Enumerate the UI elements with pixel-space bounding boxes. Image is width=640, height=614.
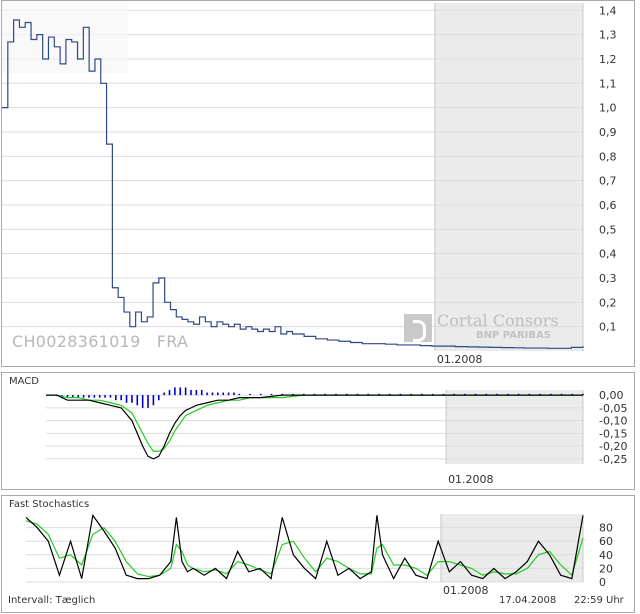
macd-histogram-bar [200, 390, 203, 396]
macd-histogram-bar [115, 395, 117, 401]
macd-histogram-bar [174, 387, 176, 396]
macd-histogram-bar [238, 393, 241, 396]
macd-histogram-bar [125, 395, 128, 403]
y-tick-label: -0,25 [599, 453, 627, 466]
macd-histogram-bar [179, 387, 182, 396]
macd-histogram-bar [136, 395, 139, 406]
macd-histogram-bar [163, 392, 165, 396]
y-tick-label: 80 [599, 522, 613, 535]
y-tick-label: 20 [599, 562, 613, 575]
macd-histogram-bar [233, 392, 235, 396]
macd-histogram-bar [98, 395, 101, 398]
macd-histogram-bar [222, 392, 225, 396]
y-tick-label: 0,1 [599, 321, 617, 334]
macd-histogram-bar [147, 395, 149, 408]
y-tick-label: 0,6 [599, 199, 617, 212]
stochastics-panel: 0 20 40 60 80 01.2008 Fast Stochastics Interv… [1, 495, 635, 613]
macd-histogram-bar [88, 395, 90, 398]
brand-name: Cortal Consors [437, 311, 559, 330]
y-tick-label: 0,2 [599, 296, 617, 309]
y-tick-label: 1,4 [599, 4, 617, 17]
y-tick-label: 0,4 [599, 248, 617, 261]
y-tick-label: 1,0 [599, 102, 617, 115]
macd-histogram-bar [152, 395, 155, 406]
macd-histogram-bar [211, 392, 214, 396]
y-tick-label: -0,20 [599, 440, 627, 453]
macd-histogram-bar [217, 392, 219, 396]
y-tick-label: 1,1 [599, 77, 617, 90]
macd-title: MACD [9, 376, 39, 387]
macd-histogram-bar [104, 395, 106, 398]
stochastics-title: Fast Stochastics [9, 499, 90, 510]
macd-chart: 0,00-0,05-0,10-0,15-0,20-0,25 01.2008 [46, 387, 627, 486]
y-tick-label: 0,9 [599, 126, 617, 139]
y-tick-label: -0,10 [599, 415, 627, 428]
macd-histogram-bar [141, 395, 144, 408]
future-shade [434, 3, 583, 351]
future-shade [446, 390, 583, 464]
y-tick-label: 0,00 [599, 389, 624, 402]
macd-histogram-bar [260, 393, 262, 396]
date-marker-label: 01.2008 [448, 473, 494, 486]
price-chart-panel: 0,1 0,2 0,3 0,4 0,5 0,6 0,7 0,8 0,9 1,0 1,1 1,2 1,3 1… [1, 0, 635, 367]
macd-histogram-bar [93, 395, 96, 398]
interval-label: Intervall: Tæglich [8, 595, 96, 606]
macd-histogram-bar [109, 395, 112, 398]
brand-logo-icon [404, 314, 432, 342]
macd-histogram-bar [157, 395, 160, 401]
macd-histogram-bar [195, 390, 198, 396]
y-tick-label: 60 [599, 535, 613, 548]
date-marker-label: 01.2008 [437, 353, 483, 366]
y-tick-label: 0,5 [599, 223, 617, 236]
time-label: 22:59 Uhr [574, 595, 624, 606]
y-tick-label: -0,05 [599, 402, 627, 415]
macd-histogram-bar [227, 392, 230, 396]
macd-panel: 0,00 -0,05 -0,10 -0,15 -0,20 -0,25 01.2008 MAC… [1, 372, 635, 490]
date-label: 17.04.2008 [499, 595, 557, 606]
macd-histogram-bar [206, 392, 208, 396]
y-tick-label: 40 [599, 549, 613, 562]
macd-histogram-bar [184, 387, 187, 396]
y-tick-label: 0,8 [599, 150, 617, 163]
macd-histogram-bar [168, 390, 171, 396]
macd-histogram-bar [131, 395, 133, 403]
brand-sub: BNP PARIBAS [476, 330, 551, 341]
future-shade [440, 514, 583, 582]
y-tick-label: 0 [599, 576, 606, 589]
macd-histogram-bar [249, 393, 251, 396]
date-marker-label: 01.2008 [443, 584, 489, 597]
y-tick-label: 0,3 [599, 272, 617, 285]
macd-histogram-bar [82, 395, 85, 398]
macd-histogram-bar [190, 390, 192, 396]
macd-histogram-bar [270, 393, 273, 396]
macd-histogram-bar [120, 395, 122, 401]
highlight-region [2, 1, 128, 73]
y-tick-label: 1,3 [599, 29, 617, 42]
y-tick-label: 1,2 [599, 53, 617, 66]
y-tick-label: -0,15 [599, 427, 627, 440]
watermark-isin: CH0028361019 FRA [12, 332, 189, 351]
y-tick-label: 0,7 [599, 175, 617, 188]
brand-watermark: Cortal Consors BNP PARIBAS [404, 311, 564, 346]
